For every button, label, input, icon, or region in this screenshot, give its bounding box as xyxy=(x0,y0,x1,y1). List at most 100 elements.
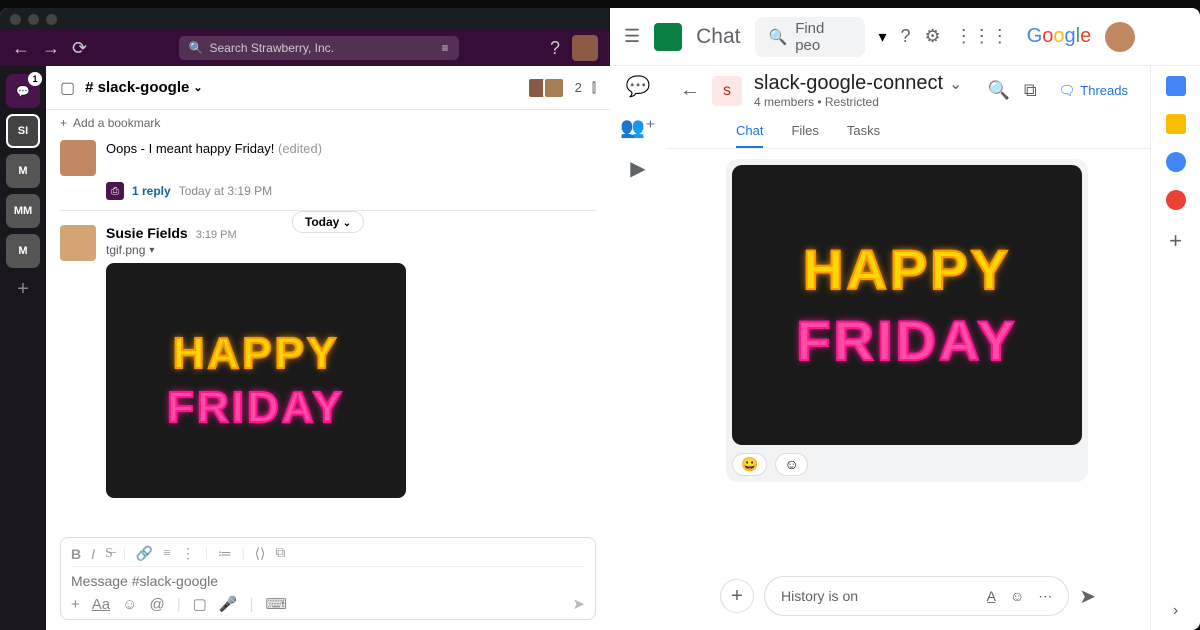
settings-icon[interactable]: ⚙ xyxy=(925,26,941,47)
italic-icon[interactable]: I xyxy=(91,546,95,564)
avatar[interactable] xyxy=(60,225,96,261)
app-title: Chat xyxy=(696,25,740,49)
meet-icon[interactable]: ▶ xyxy=(630,156,645,181)
strike-icon[interactable]: S̶ xyxy=(105,546,113,564)
apps-icon[interactable]: ⋮⋮⋮ xyxy=(955,26,1009,47)
workspace-item[interactable]: MM xyxy=(6,194,40,228)
search-input[interactable]: 🔍 Search Strawberry, Inc. ≡ xyxy=(179,36,459,60)
popout-icon[interactable]: ⧉ xyxy=(1024,80,1037,101)
search-icon[interactable]: 🔍 xyxy=(988,80,1010,101)
menu-icon[interactable]: ☰ xyxy=(624,26,640,47)
composer[interactable]: B I S̶ | 🔗 ≡ ⋮ | ≔ | ⟨⟩ ⧉ + Aa ☺ xyxy=(60,537,596,620)
chevron-down-icon: ⌄ xyxy=(343,218,351,229)
emoji-icon[interactable]: ☺ xyxy=(122,596,137,613)
space-subtitle: 4 members • Restricted xyxy=(754,95,962,109)
mention-icon[interactable]: @ xyxy=(149,596,164,613)
date-pill[interactable]: Today ⌄ xyxy=(292,211,364,233)
avatar[interactable] xyxy=(1105,22,1135,52)
video-icon[interactable]: ▢ xyxy=(193,595,207,613)
composer: + History is on A̲ ☺ ⋯ ➤ xyxy=(720,576,1096,616)
image-attachment[interactable]: HAPPY FRIDAY xyxy=(106,263,406,498)
avatar[interactable] xyxy=(572,35,598,61)
reaction[interactable]: 😀 xyxy=(732,453,767,476)
link-icon[interactable]: 🔗 xyxy=(136,546,153,564)
threads-button[interactable]: 🗨 Threads xyxy=(1051,79,1136,103)
code-icon[interactable]: ⟨⟩ xyxy=(255,546,266,564)
shortcut-icon[interactable]: ⌨ xyxy=(265,595,287,613)
workspace-item[interactable]: SI xyxy=(6,114,40,148)
bold-icon[interactable]: B xyxy=(71,546,81,564)
reaction-bar: 😀 ☺ xyxy=(732,453,1082,476)
avatar[interactable] xyxy=(60,140,96,176)
send-button[interactable]: ➤ xyxy=(572,595,585,613)
badge: 1 xyxy=(28,72,42,86)
space-name[interactable]: slack-google-connect xyxy=(754,72,943,95)
emoji-icon[interactable]: ☺ xyxy=(1010,588,1024,605)
message-input[interactable]: History is on A̲ ☺ ⋯ xyxy=(764,576,1069,616)
ul-icon[interactable]: ⋮ xyxy=(181,546,195,564)
add-person-icon[interactable]: 👥⁺ xyxy=(620,115,655,140)
contacts-icon[interactable] xyxy=(1166,190,1186,210)
thread-reply[interactable]: ⎙ 1 reply Today at 3:19 PM xyxy=(106,182,596,200)
image-attachment[interactable]: HAPPY FRIDAY xyxy=(732,165,1082,445)
date-divider: Today ⌄ xyxy=(60,210,596,211)
slack-window: ← → ⟳ 🔍 Search Strawberry, Inc. ≡ ? 💬 1 … xyxy=(0,8,610,630)
calendar-icon[interactable] xyxy=(1166,76,1186,96)
tab-files[interactable]: Files xyxy=(791,115,818,148)
traffic-light-icon[interactable] xyxy=(10,14,21,25)
help-icon[interactable]: ? xyxy=(550,38,560,59)
add-button[interactable]: + xyxy=(720,579,754,613)
back-icon[interactable]: ← xyxy=(12,38,30,59)
back-icon[interactable]: ← xyxy=(680,79,700,102)
workspace-item[interactable]: M xyxy=(6,234,40,268)
workspace-item[interactable]: 💬 1 xyxy=(6,74,40,108)
collapse-icon[interactable]: › xyxy=(1173,602,1178,620)
message-input[interactable] xyxy=(71,567,585,595)
search-icon: 🔍 xyxy=(769,28,788,46)
file-name[interactable]: tgif.png▾ xyxy=(106,243,406,257)
filter-icon[interactable]: ≡ xyxy=(442,41,449,55)
codeblock-icon[interactable]: ⧉ xyxy=(276,546,286,564)
tab-tasks[interactable]: Tasks xyxy=(847,115,880,148)
search-input[interactable]: 🔍 Find peo xyxy=(755,17,865,57)
traffic-light-icon[interactable] xyxy=(28,14,39,25)
bookmark-bar[interactable]: + Add a bookmark xyxy=(46,110,610,136)
forward-icon[interactable]: → xyxy=(42,38,60,59)
audio-icon[interactable]: 🎤 xyxy=(219,595,238,613)
side-panel: + › xyxy=(1150,66,1200,630)
add-addon-button[interactable]: + xyxy=(1169,228,1182,254)
add-workspace-button[interactable]: + xyxy=(17,278,29,301)
search-icon: 🔍 xyxy=(189,41,204,55)
split-icon[interactable]: ⫿ xyxy=(592,80,596,96)
history-icon[interactable]: ⟳ xyxy=(72,38,87,59)
workspace-rail: 💬 1 SI M MM M + xyxy=(0,66,46,630)
author-name[interactable]: Susie Fields xyxy=(106,225,188,241)
member-avatars[interactable] xyxy=(533,77,565,99)
message-row: Oops - I meant happy Friday! (edited) xyxy=(60,140,596,176)
send-button[interactable]: ➤ xyxy=(1079,584,1096,609)
tasks-icon[interactable] xyxy=(1166,152,1186,172)
format-icon[interactable]: A̲ xyxy=(987,588,996,605)
sidebar-toggle-icon[interactable]: ▢ xyxy=(60,78,75,98)
workspace-item[interactable]: M xyxy=(6,154,40,188)
ol-icon[interactable]: ≡ xyxy=(163,546,171,564)
channel-name-button[interactable]: # slack-google ⌄ xyxy=(85,79,202,96)
format-icon[interactable]: Aa xyxy=(92,596,110,613)
traffic-light-icon[interactable] xyxy=(46,14,57,25)
google-topbar: ☰ Chat 🔍 Find peo ▾ ? ⚙ ⋮⋮⋮ Google xyxy=(610,8,1200,66)
status-indicator[interactable]: ▾ xyxy=(879,27,887,47)
timestamp: 3:19 PM xyxy=(196,229,237,241)
chevron-down-icon[interactable]: ⌄ xyxy=(949,74,962,94)
chat-icon: 💬 xyxy=(16,85,30,98)
quote-icon[interactable]: ≔ xyxy=(218,546,232,564)
add-reaction-button[interactable]: ☺ xyxy=(775,453,807,476)
format-toolbar: B I S̶ | 🔗 ≡ ⋮ | ≔ | ⟨⟩ ⧉ xyxy=(71,544,585,567)
search-placeholder: Search Strawberry, Inc. xyxy=(209,41,334,55)
tab-chat[interactable]: Chat xyxy=(736,115,763,148)
plus-icon[interactable]: + xyxy=(71,596,80,613)
chat-icon[interactable]: 💬 xyxy=(626,74,651,99)
more-icon[interactable]: ⋯ xyxy=(1038,588,1052,605)
help-icon[interactable]: ? xyxy=(901,26,911,47)
keep-icon[interactable] xyxy=(1166,114,1186,134)
space-tabs: Chat Files Tasks xyxy=(666,115,1150,149)
